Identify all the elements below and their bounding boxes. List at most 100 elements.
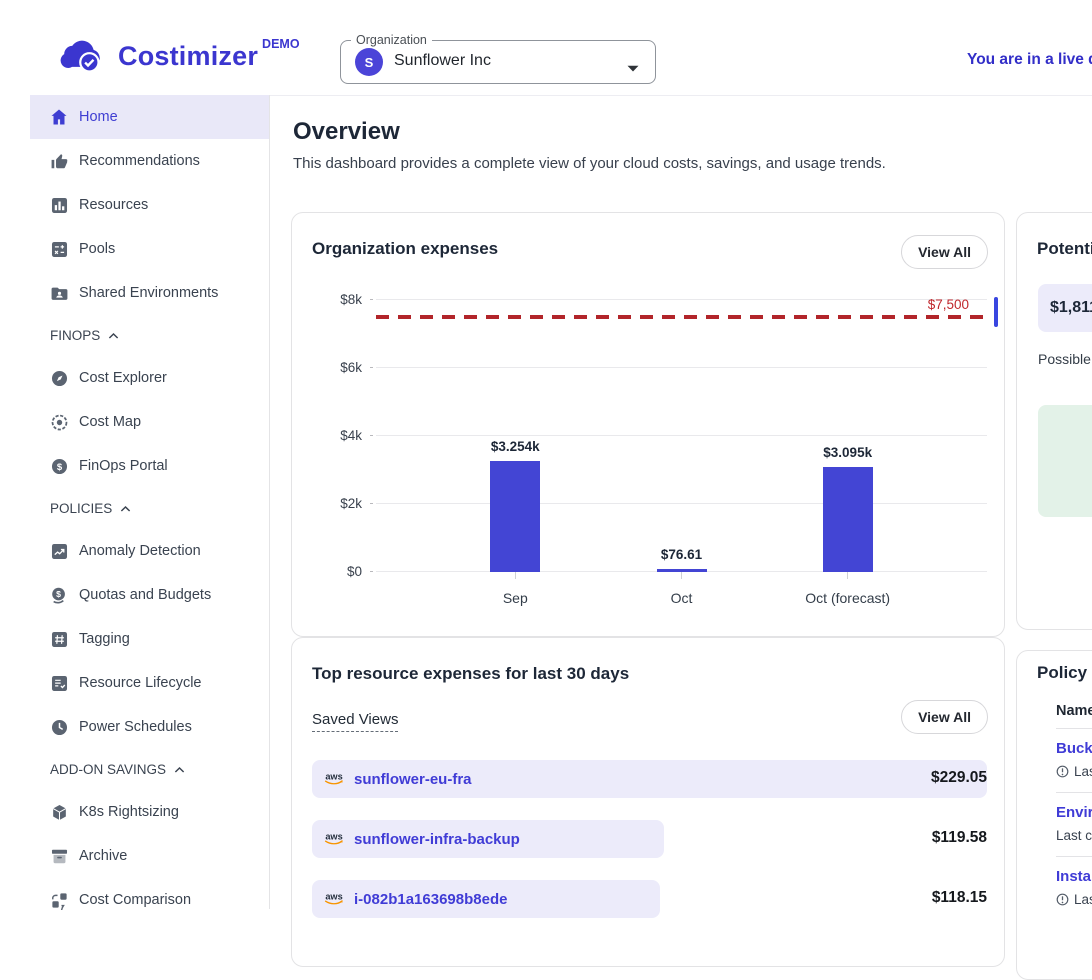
sidebar-section-label: POLICIES bbox=[50, 501, 112, 516]
sidebar-item-cost-comparison[interactable]: Cost Comparison bbox=[30, 878, 269, 922]
sidebar-item-resources[interactable]: Resources bbox=[30, 183, 269, 227]
x-axis-label: Oct (forecast) bbox=[788, 590, 908, 606]
expenses-view-all-button[interactable]: View All bbox=[901, 235, 988, 269]
sidebar-item-label: Archive bbox=[79, 848, 127, 864]
bar-chart-icon bbox=[49, 195, 69, 215]
axis-tick bbox=[370, 299, 373, 300]
axis-tick bbox=[370, 571, 373, 572]
savings-caption: Possible bbox=[1038, 351, 1091, 367]
sidebar-section-add-on-savings[interactable]: ADD-ON SAVINGS bbox=[30, 749, 269, 790]
savings-chart-placeholder bbox=[1038, 405, 1092, 517]
organization-select-label: Organization bbox=[351, 33, 432, 47]
compare-icon bbox=[49, 890, 69, 910]
warning-icon bbox=[1056, 893, 1069, 906]
sidebar-item-finops-portal[interactable]: $FinOps Portal bbox=[30, 444, 269, 488]
x-axis-label: Sep bbox=[455, 590, 575, 606]
bar-value-label: $3.254k bbox=[455, 439, 575, 454]
globe-icon bbox=[49, 412, 69, 432]
gridline bbox=[376, 435, 987, 436]
resource-row[interactable]: awsi-082b1a163698b8ede$118.15 bbox=[312, 880, 987, 918]
sidebar-item-tagging[interactable]: Tagging bbox=[30, 617, 269, 661]
organization-select[interactable]: Organization S Sunflower Inc bbox=[340, 40, 656, 84]
app-logo: Costimizer DEMO bbox=[58, 34, 300, 81]
bar-value-label: $3.095k bbox=[788, 445, 908, 460]
sidebar-item-quotas-and-budgets[interactable]: $Quotas and Budgets bbox=[30, 573, 269, 617]
budget-threshold-label: $7,500 bbox=[928, 297, 969, 313]
policy-table: Name BucketLastEnvironmentLast chInstanc… bbox=[1056, 703, 1092, 920]
costimizer-logo-icon bbox=[58, 34, 108, 81]
sidebar-item-shared-environments[interactable]: Shared Environments bbox=[30, 271, 269, 315]
sidebar-item-resource-lifecycle[interactable]: Resource Lifecycle bbox=[30, 661, 269, 705]
aws-icon: aws bbox=[322, 891, 346, 907]
savings-card-title: Potential bbox=[1037, 239, 1092, 259]
resource-name-link[interactable]: sunflower-eu-fra bbox=[354, 771, 472, 788]
resource-cost: $119.58 bbox=[932, 829, 987, 847]
sidebar-item-label: Cost Comparison bbox=[79, 892, 191, 908]
aws-icon: aws bbox=[322, 831, 346, 847]
saved-views-link[interactable]: Saved Views bbox=[312, 711, 398, 732]
policy-detail: Last bbox=[1056, 764, 1092, 779]
policy-row[interactable]: Environment Last ch bbox=[1056, 792, 1092, 856]
potential-savings-card: Potential $1,811 Possible bbox=[1016, 212, 1092, 630]
dollar-circle-icon: $ bbox=[49, 456, 69, 476]
resources-view-all-button[interactable]: View All bbox=[901, 700, 988, 734]
chart-bar-sep[interactable] bbox=[490, 461, 540, 572]
cube-icon bbox=[49, 802, 69, 822]
resource-rows: awssunflower-eu-fra$229.05 aws sunflower-i… bbox=[312, 760, 987, 940]
resource-row-bar: awssunflower-eu-fra bbox=[312, 760, 987, 798]
axis-tick bbox=[370, 435, 373, 436]
chart-scrollbar[interactable] bbox=[994, 297, 998, 327]
sidebar-item-archive[interactable]: Archive bbox=[30, 834, 269, 878]
x-axis-tick bbox=[847, 572, 848, 579]
shared-folder-icon bbox=[49, 283, 69, 303]
resource-row[interactable]: aws sunflower-infra-backup $119.58 bbox=[312, 820, 987, 858]
app-title: Costimizer bbox=[118, 34, 258, 78]
policy-name-link[interactable]: Environment bbox=[1056, 804, 1092, 821]
resource-name-link[interactable]: sunflower-infra-backup bbox=[354, 831, 520, 848]
policy-row[interactable]: Instance Last bbox=[1056, 856, 1092, 920]
sidebar-section-label: ADD-ON SAVINGS bbox=[50, 762, 166, 777]
sidebar-item-label: Anomaly Detection bbox=[79, 543, 201, 559]
x-axis-label: Oct bbox=[622, 590, 742, 606]
sidebar-item-anomaly-detection[interactable]: Anomaly Detection bbox=[30, 529, 269, 573]
policy-name-link[interactable]: Instance bbox=[1056, 868, 1092, 885]
sidebar-item-pools[interactable]: Pools bbox=[30, 227, 269, 271]
budget-threshold-line bbox=[376, 315, 987, 319]
sidebar-item-power-schedules[interactable]: Power Schedules bbox=[30, 705, 269, 749]
policy-detail: Last ch bbox=[1056, 828, 1092, 843]
sidebar-item-cost-map[interactable]: Cost Map bbox=[30, 400, 269, 444]
policy-name-link[interactable]: Bucket bbox=[1056, 740, 1092, 757]
y-axis: $0$2k$4k$6k$8k bbox=[312, 300, 362, 572]
resource-name-link[interactable]: i-082b1a163698b8ede bbox=[354, 891, 507, 908]
sidebar-section-finops[interactable]: FINOPS bbox=[30, 315, 269, 356]
policy-rows: Bucket Last Environment Last ch Instance Last bbox=[1056, 729, 1092, 920]
sidebar-item-label: Resource Lifecycle bbox=[79, 675, 202, 691]
sidebar-section-label: FINOPS bbox=[50, 328, 100, 343]
resource-row[interactable]: awssunflower-eu-fra$229.05 bbox=[312, 760, 987, 798]
sidebar-section-policies[interactable]: POLICIES bbox=[30, 488, 269, 529]
policy-detail: Last bbox=[1056, 892, 1092, 907]
sidebar-item-cost-explorer[interactable]: Cost Explorer bbox=[30, 356, 269, 400]
hash-icon bbox=[49, 629, 69, 649]
gridline bbox=[376, 503, 987, 504]
gridline bbox=[376, 299, 987, 300]
sidebar-item-home[interactable]: Home bbox=[30, 95, 269, 139]
page-title: Overview bbox=[293, 118, 400, 146]
chart-bar-oct-forecast[interactable] bbox=[823, 467, 873, 572]
sidebar-item-label: Shared Environments bbox=[79, 285, 218, 301]
sidebar-item-recommendations[interactable]: Recommendations bbox=[30, 139, 269, 183]
y-axis-tick-label: $6k bbox=[312, 360, 362, 376]
sidebar-item-k8s-rightsizing[interactable]: K8s Rightsizing bbox=[30, 790, 269, 834]
calculator-icon bbox=[49, 239, 69, 259]
sidebar-item-label: Home bbox=[79, 109, 118, 125]
resource-row-bar: aws i-082b1a163698b8ede bbox=[312, 880, 660, 918]
policy-row[interactable]: Bucket Last bbox=[1056, 729, 1092, 792]
policy-detail-text: Last bbox=[1074, 892, 1092, 907]
y-axis-tick-label: $8k bbox=[312, 292, 362, 308]
y-axis-tick-label: $2k bbox=[312, 496, 362, 512]
sidebar-nav: Home RecommendationsResourcesPools Shared … bbox=[30, 95, 269, 922]
clock-icon bbox=[49, 717, 69, 737]
y-axis-tick-label: $0 bbox=[312, 564, 362, 580]
gridline bbox=[376, 367, 987, 368]
chart-plot-area: $7,500$3.254kSep$76.61Oct$3.095kOct (for… bbox=[376, 300, 987, 572]
